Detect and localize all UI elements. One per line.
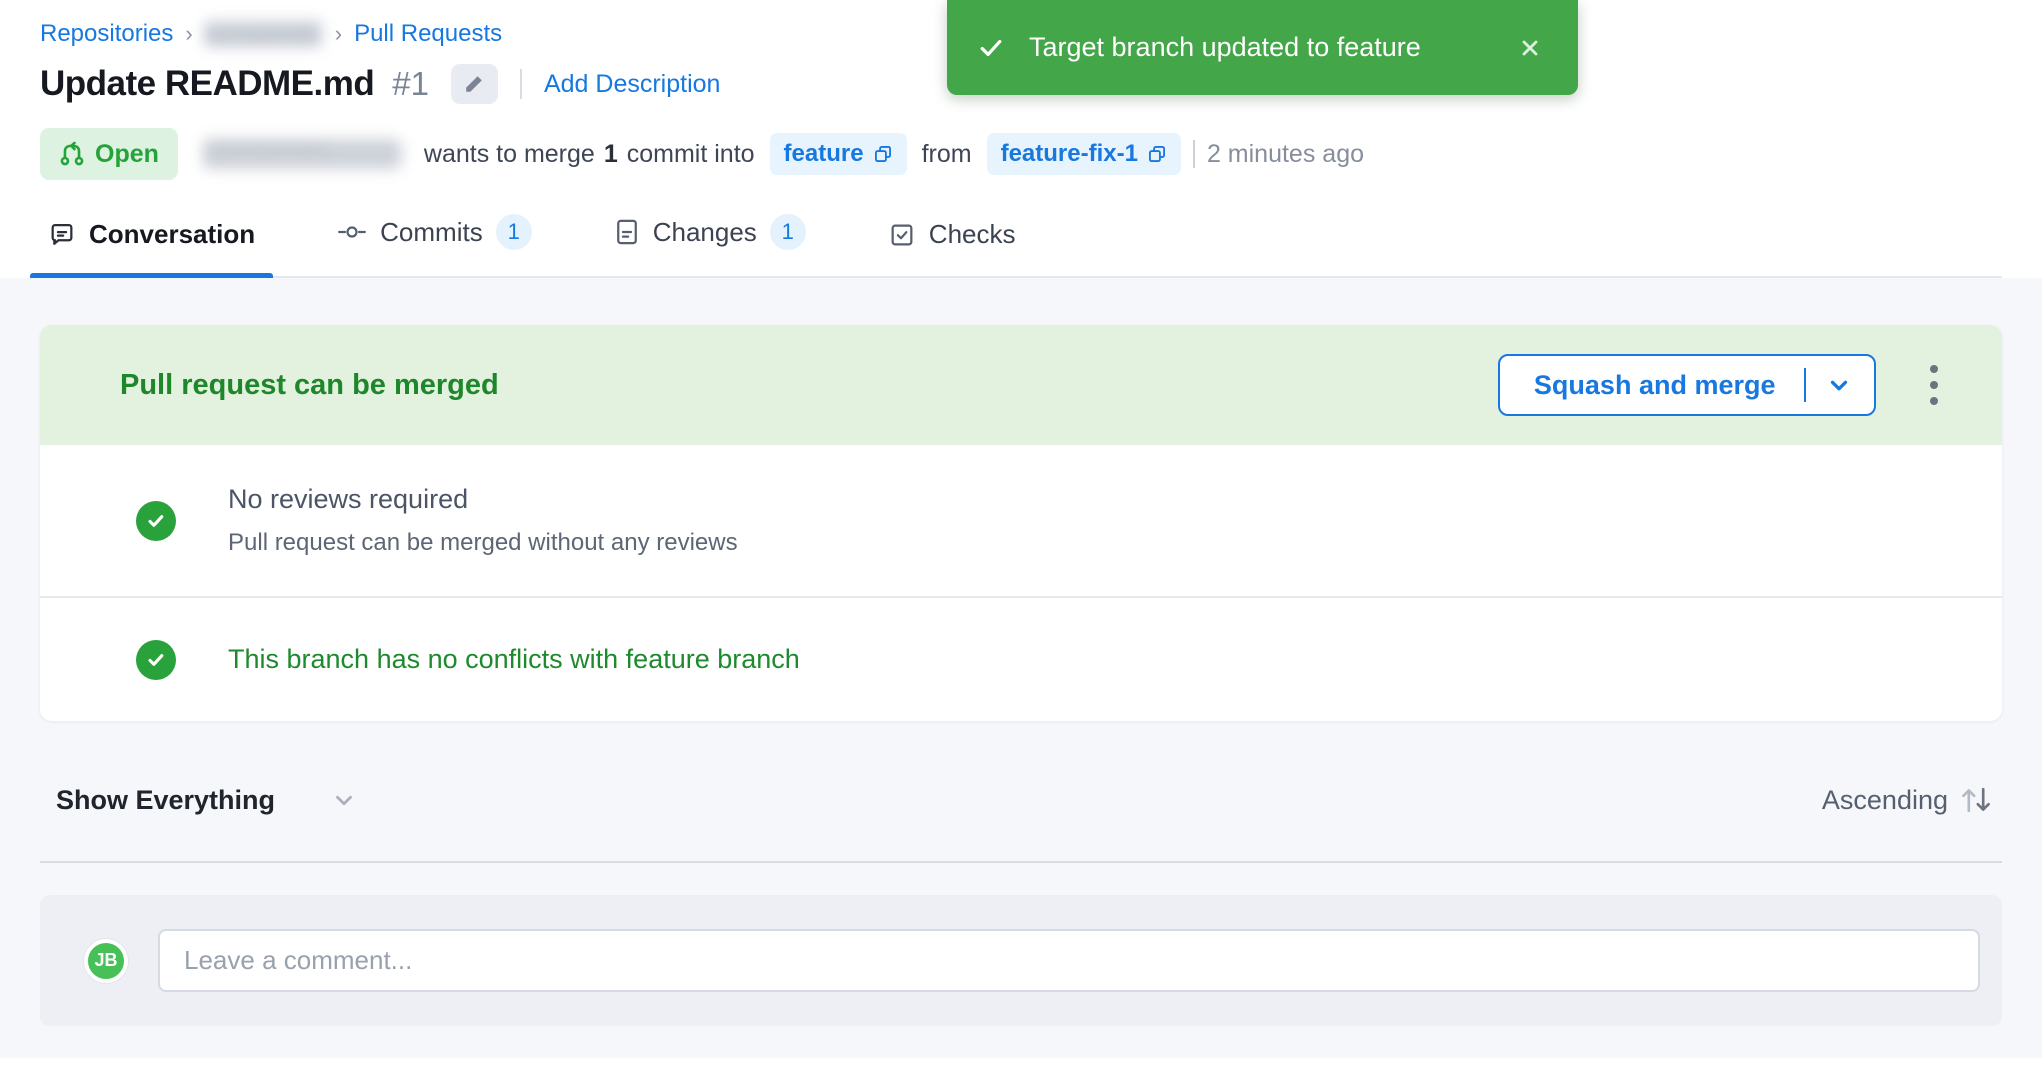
tab-label: Changes	[653, 217, 757, 248]
copy-icon[interactable]	[873, 144, 893, 164]
check-title: No reviews required	[228, 484, 738, 515]
check-icon	[977, 34, 1005, 62]
divider	[1193, 140, 1195, 168]
conversation-icon	[48, 221, 76, 249]
timestamp: 2 minutes ago	[1207, 140, 1364, 169]
comment-input[interactable]	[158, 929, 1980, 992]
commit-count: 1	[604, 140, 618, 169]
breadcrumb-repo-redacted[interactable]: aaaaaaaa	[205, 21, 323, 47]
source-branch-label: feature-fix-1	[1001, 140, 1138, 168]
comment-composer: JB	[40, 895, 2002, 1026]
tab-label: Checks	[929, 219, 1016, 250]
tab-changes-count: 1	[770, 214, 806, 250]
author-name-redacted: aaaaaaaaaaaaaa	[204, 139, 402, 169]
divider	[520, 69, 522, 99]
merge-status-title: Pull request can be merged	[120, 369, 1498, 402]
tab-label: Commits	[380, 217, 483, 248]
check-subtitle: Pull request can be merged without any r…	[228, 529, 738, 557]
show-filter-dropdown[interactable]: Show Everything	[56, 785, 357, 816]
tab-changes[interactable]: Changes 1	[606, 214, 814, 276]
source-branch-pill[interactable]: feature-fix-1	[987, 133, 1181, 175]
pr-number: #1	[392, 65, 429, 103]
copy-icon[interactable]	[1147, 144, 1167, 164]
avatar: JB	[84, 939, 128, 983]
tab-checks[interactable]: Checks	[880, 219, 1024, 276]
chevron-down-icon	[331, 787, 357, 813]
merge-check-conflicts: This branch has no conflicts with featur…	[40, 598, 2002, 721]
check-circle-icon	[136, 501, 176, 541]
meta-row: Open aaaaaaaaaaaaaa wants to merge 1 com…	[40, 128, 2002, 180]
squash-and-merge-label: Squash and merge	[1534, 370, 1776, 401]
sort-arrows-icon	[1958, 783, 1994, 817]
file-icon	[614, 218, 640, 246]
tab-label: Conversation	[89, 219, 255, 250]
page-title: Update README.md	[40, 64, 374, 104]
sort-order-label: Ascending	[1822, 785, 1948, 816]
merge-sentence: wants to merge 1 commit into feature fro…	[424, 133, 1181, 175]
edit-title-button[interactable]	[451, 64, 498, 104]
merge-sentence-pre: wants to merge	[424, 140, 595, 169]
tab-commits[interactable]: Commits 1	[329, 214, 540, 276]
main-content: Pull request can be merged Squash and me…	[0, 278, 2042, 1058]
tab-bar: Conversation Commits 1 Changes 1	[40, 214, 2002, 278]
check-title: This branch has no conflicts with featur…	[228, 644, 800, 675]
merge-panel: Pull request can be merged Squash and me…	[40, 325, 2002, 721]
close-icon[interactable]	[1512, 30, 1548, 66]
checklist-icon	[888, 221, 916, 249]
add-description-link[interactable]: Add Description	[544, 70, 720, 99]
target-branch-label: feature	[784, 140, 864, 168]
show-filter-label: Show Everything	[56, 785, 275, 816]
toast-notification: Target branch updated to feature	[947, 0, 1578, 95]
breadcrumb-separator: ›	[335, 21, 342, 47]
squash-and-merge-button[interactable]: Squash and merge	[1498, 354, 1876, 416]
commit-icon	[337, 218, 367, 246]
pencil-icon	[463, 73, 485, 95]
breadcrumb-repositories[interactable]: Repositories	[40, 20, 173, 48]
merge-check-reviews: No reviews required Pull request can be …	[40, 445, 2002, 598]
check-circle-icon	[136, 640, 176, 680]
breadcrumb-pull-requests[interactable]: Pull Requests	[354, 20, 502, 48]
chevron-down-icon[interactable]	[1826, 372, 1852, 398]
more-options-button[interactable]	[1922, 357, 1946, 413]
divider	[1804, 368, 1807, 402]
breadcrumb-separator: ›	[185, 21, 192, 47]
status-badge-label: Open	[95, 140, 159, 169]
from-label: from	[922, 140, 972, 169]
merge-sentence-post: commit into	[627, 140, 755, 169]
timeline-filter-row: Show Everything Ascending	[40, 783, 2002, 817]
tab-conversation[interactable]: Conversation	[40, 219, 263, 276]
target-branch-pill[interactable]: feature	[770, 133, 907, 175]
merge-banner: Pull request can be merged Squash and me…	[40, 325, 2002, 445]
divider	[40, 861, 2002, 863]
sort-order-toggle[interactable]: Ascending	[1822, 783, 1994, 817]
tab-commits-count: 1	[496, 214, 532, 250]
toast-message: Target branch updated to feature	[1029, 32, 1512, 63]
status-badge: Open	[40, 128, 178, 180]
pull-request-icon	[59, 141, 85, 167]
